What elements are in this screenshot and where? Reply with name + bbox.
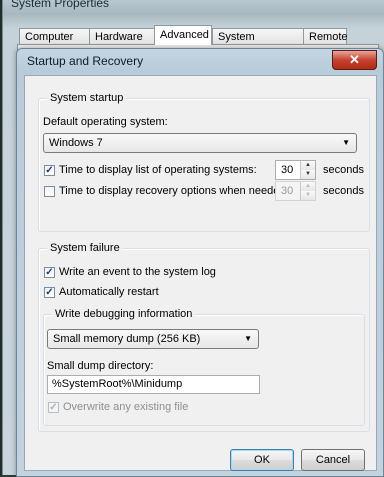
debug-info-group: Write debugging information Small memory… — [43, 308, 365, 426]
overwrite-label: Overwrite any existing file — [63, 401, 189, 413]
dump-type-value: Small memory dump (256 KB) — [53, 333, 201, 345]
system-startup-group: System startup Default operating system:… — [38, 92, 370, 232]
cancel-button[interactable]: Cancel — [301, 449, 365, 471]
close-icon: ✕ — [349, 52, 360, 67]
auto-restart-checkbox[interactable]: ✓ — [44, 287, 55, 298]
display-recovery-unit: seconds — [323, 185, 364, 197]
system-startup-legend: System startup — [47, 92, 127, 104]
tab-remote[interactable]: Remote — [303, 28, 348, 44]
spin-up-icon[interactable]: ▲ — [301, 161, 315, 170]
debug-info-legend: Write debugging information — [52, 308, 196, 320]
default-os-value: Windows 7 — [49, 137, 103, 149]
spin-down-icon[interactable]: ▼ — [301, 191, 315, 200]
close-button[interactable]: ✕ — [332, 50, 377, 70]
display-recovery-spinner[interactable]: 30 ▲ ▼ — [275, 181, 316, 201]
dump-dir-input[interactable]: %SystemRoot%\Minidump — [47, 375, 260, 394]
tab-advanced[interactable]: Advanced — [154, 25, 212, 45]
display-list-checkbox[interactable]: ✓ — [44, 165, 55, 176]
overwrite-checkbox[interactable]: ✓ — [48, 402, 59, 413]
dialog-client-area: System startup Default operating system:… — [24, 75, 377, 471]
display-list-spinner[interactable]: 30 ▲ ▼ — [275, 160, 316, 180]
ok-button[interactable]: OK — [230, 449, 294, 471]
write-event-label: Write an event to the system log — [59, 266, 216, 278]
display-recovery-checkbox[interactable] — [44, 186, 55, 197]
display-list-unit: seconds — [323, 164, 364, 176]
display-recovery-label: Time to display recovery options when ne… — [59, 185, 289, 197]
startup-recovery-dialog: Startup and Recovery ✕ System startup De… — [16, 48, 384, 477]
display-list-label: Time to display list of operating system… — [59, 164, 257, 176]
auto-restart-label: Automatically restart — [59, 286, 159, 298]
write-event-checkbox[interactable]: ✓ — [44, 267, 55, 278]
dump-type-select[interactable]: Small memory dump (256 KB) ▼ — [47, 329, 259, 349]
chevron-down-icon: ▼ — [342, 138, 350, 147]
window-title: System Properties — [11, 0, 110, 10]
dump-dir-label: Small dump directory: — [47, 360, 154, 372]
chevron-down-icon: ▼ — [244, 334, 252, 343]
default-os-label: Default operating system: — [43, 116, 168, 128]
tab-hardware[interactable]: Hardware — [89, 28, 155, 44]
display-list-value: 30 — [281, 164, 294, 176]
system-failure-group: System failure ✓ Write an event to the s… — [38, 242, 370, 432]
system-failure-legend: System failure — [47, 242, 123, 254]
tab-system-protection[interactable]: System Protection — [212, 28, 304, 59]
spin-up-icon[interactable]: ▲ — [301, 182, 315, 191]
default-os-select[interactable]: Windows 7 ▼ — [43, 133, 357, 153]
display-recovery-value: 30 — [281, 185, 294, 197]
spin-down-icon[interactable]: ▼ — [301, 170, 315, 179]
tab-computer-name[interactable]: Computer Name — [19, 28, 90, 59]
dialog-title: Startup and Recovery — [27, 54, 144, 68]
